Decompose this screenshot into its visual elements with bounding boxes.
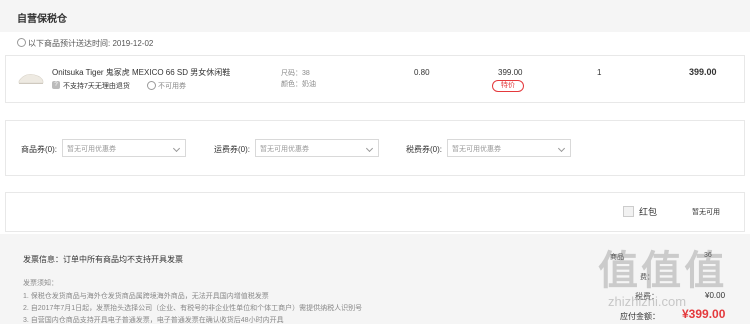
redpacket-label: 红包 — [639, 207, 658, 217]
redpacket-panel — [5, 192, 745, 232]
watermark-site: zhizhizhi.com — [608, 294, 687, 309]
delivery-label: 以下商品预计送达时间: 2019-12-02 — [28, 39, 154, 48]
clock-icon — [17, 38, 26, 47]
section-header — [0, 0, 750, 32]
no-coupon-icon — [147, 81, 156, 90]
product-tax: 0.80 — [414, 68, 430, 77]
product-price: 399.00 — [498, 68, 523, 77]
invoice-note: 1. 保税仓发货商品与海外仓发货商品属跨境海外商品，无法开具国内增值税发票 — [23, 293, 269, 300]
price-tag: 特价 — [492, 80, 524, 92]
section-title: 自营保税仓 — [17, 14, 67, 25]
payable-label: 应付金额： — [620, 312, 660, 321]
question-icon: ? — [52, 81, 60, 89]
product-subtotal: 399.00 — [689, 67, 717, 77]
goods-coupon-select[interactable]: 暂无可用优惠券 — [62, 139, 186, 157]
shipping-coupon-label: 运费券(0): — [214, 145, 250, 154]
product-thumbnail[interactable] — [17, 65, 45, 89]
tax-coupon-value: 暂无可用优惠券 — [452, 146, 501, 153]
product-size: 尺码：38 — [281, 70, 310, 77]
tax-coupon-select[interactable]: 暂无可用优惠券 — [447, 139, 571, 157]
goods-coupon-value: 暂无可用优惠券 — [67, 146, 116, 153]
watermark-brand: 值 值 值 — [598, 249, 724, 293]
product-color: 颜色：奶油 — [281, 81, 316, 88]
payable-value: ¥399.00 — [682, 307, 726, 321]
invoice-notice-title: 发票须知： — [23, 280, 58, 287]
tax-coupon-label: 税费券(0): — [406, 145, 442, 154]
shoe-image — [18, 73, 44, 84]
chevron-down-icon — [365, 144, 374, 153]
redpacket-status: 暂无可用 — [692, 209, 720, 216]
chevron-down-icon — [172, 144, 181, 153]
invoice-note: 2. 自2017年7月1日起，发票抬头选择公司（企业、有税号的非企业性单位和个体… — [23, 305, 363, 312]
return-policy: 不支持7天无理由退货 — [63, 83, 130, 90]
product-quantity: 1 — [597, 68, 602, 77]
shipping-coupon-value: 暂无可用优惠券 — [260, 146, 309, 153]
redpacket-checkbox[interactable] — [623, 206, 634, 217]
goods-coupon-label: 商品券(0): — [21, 145, 57, 154]
shipping-coupon-select[interactable]: 暂无可用优惠券 — [255, 139, 379, 157]
product-name[interactable]: Onitsuka Tiger 鬼冢虎 MEXICO 66 SD 男女休闲鞋 — [52, 67, 230, 78]
coupon-policy: 不可用券 — [158, 83, 186, 90]
product-row — [5, 55, 745, 103]
chevron-down-icon — [557, 144, 566, 153]
invoice-info: 发票信息：订单中所有商品均不支持开具发票 — [23, 255, 183, 264]
